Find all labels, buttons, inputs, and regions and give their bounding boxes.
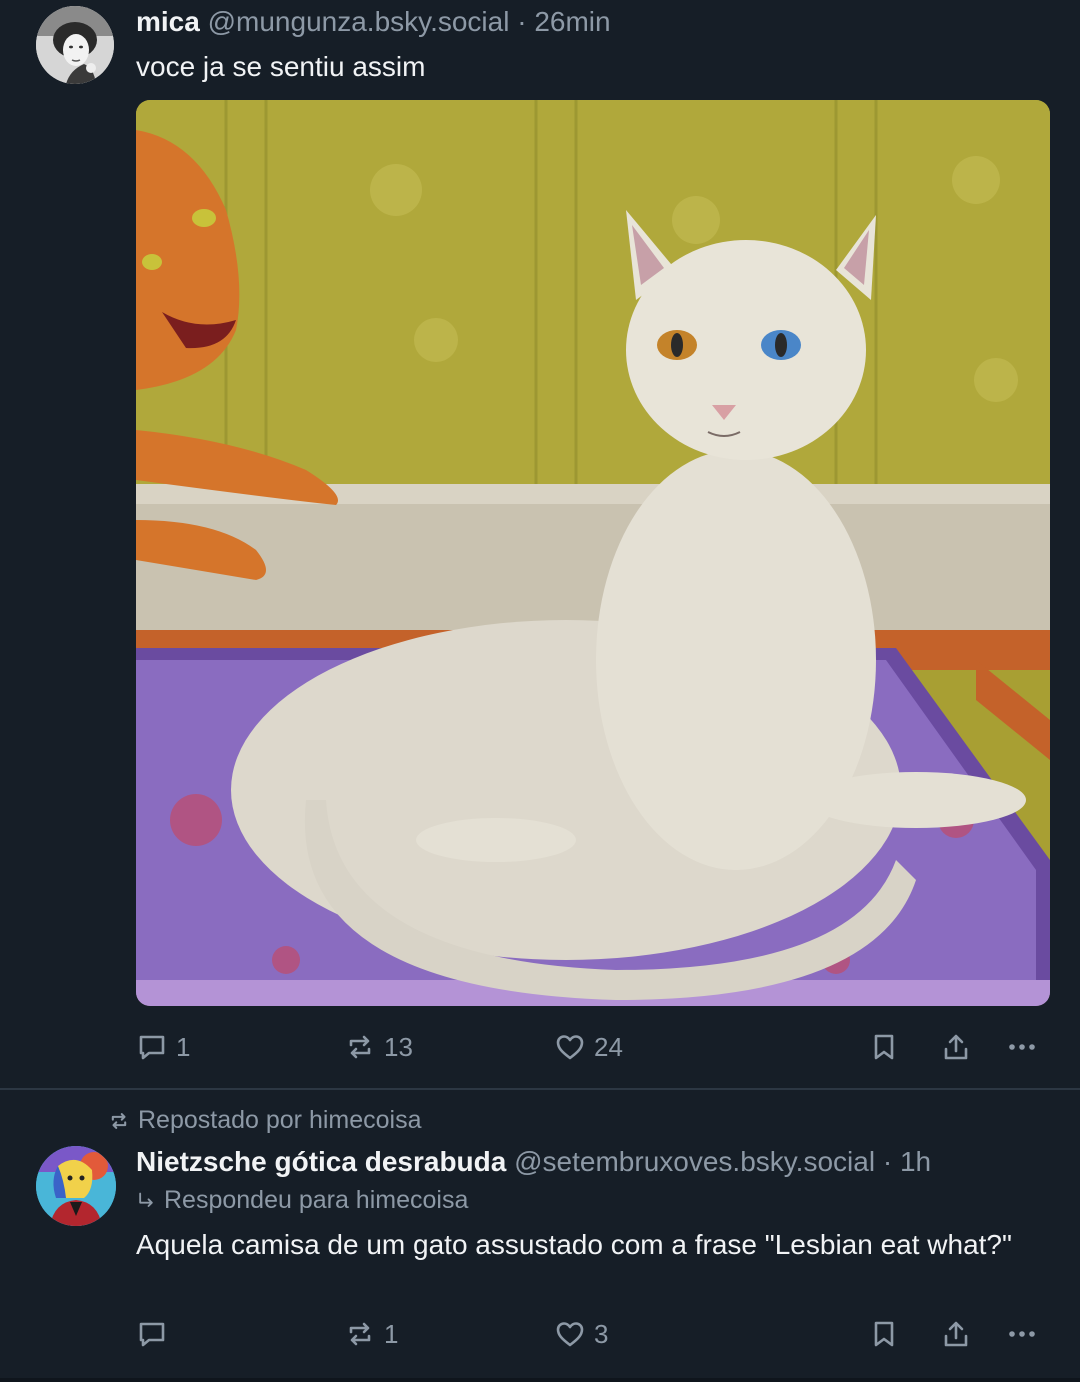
share-button[interactable]: [940, 1027, 972, 1067]
share-icon: [944, 1034, 968, 1060]
heart-icon: [556, 1035, 584, 1060]
painting-white-cat-image: [136, 100, 1050, 1006]
author-name[interactable]: Nietzsche gótica desrabuda: [136, 1146, 506, 1177]
repost-arrows-icon: [349, 1322, 371, 1346]
heart-icon: [556, 1322, 584, 1347]
repost-button[interactable]: 1: [344, 1314, 398, 1354]
speech-bubble-icon: [139, 1322, 165, 1347]
repost-count: 13: [384, 1031, 413, 1062]
like-button[interactable]: 3: [554, 1314, 608, 1354]
like-count: 3: [594, 1318, 609, 1349]
like-count: 24: [594, 1031, 623, 1062]
bookmark-button[interactable]: [868, 1027, 900, 1067]
post[interactable]: mica @mungunza.bsky.social · 26min voce …: [0, 0, 1080, 1088]
feed: mica @mungunza.bsky.social · 26min voce …: [0, 0, 1080, 1382]
separator-dot: ·: [517, 6, 527, 37]
bottom-divider: [0, 1378, 1080, 1382]
avatar-image: [36, 6, 114, 84]
post-text: Aquela camisa de um gato assustado com a…: [136, 1229, 1012, 1260]
avatar-image: [36, 1146, 116, 1226]
avatar[interactable]: [36, 6, 114, 84]
post-time[interactable]: 26min: [534, 6, 610, 37]
post-time[interactable]: 1h: [900, 1146, 931, 1177]
separator-dot: ·: [882, 1146, 893, 1177]
repost-arrows-icon: [111, 1112, 127, 1129]
speech-bubble-icon: [139, 1035, 165, 1060]
repost-button[interactable]: 13: [344, 1027, 413, 1067]
share-icon: [944, 1321, 968, 1347]
author-handle[interactable]: @mungunza.bsky.social: [208, 6, 510, 37]
post[interactable]: Repostado por himecoisa Nietzsche gótica…: [0, 1090, 1080, 1382]
repost-arrows-icon: [349, 1035, 371, 1059]
reply-count: 1: [176, 1031, 191, 1062]
more-dots-icon: [1009, 1331, 1035, 1337]
post-actions: 1 3: [136, 1314, 1050, 1354]
avatar[interactable]: [36, 1146, 116, 1226]
post-image[interactable]: [136, 100, 1050, 1006]
author-name[interactable]: mica: [136, 6, 200, 37]
bookmark-icon: [874, 1034, 894, 1060]
post-header: Nietzsche gótica desrabuda @setembruxove…: [136, 1144, 931, 1180]
reply-arrow-icon: [139, 1192, 153, 1207]
bookmark-icon: [874, 1321, 894, 1347]
repost-count: 1: [384, 1318, 399, 1349]
more-dots-icon: [1009, 1044, 1035, 1050]
share-button[interactable]: [940, 1314, 972, 1354]
post-actions: 1 13 24: [136, 1027, 1050, 1067]
reply-button[interactable]: 1: [136, 1027, 190, 1067]
more-button[interactable]: [1006, 1314, 1038, 1354]
repost-indicator[interactable]: Repostado por himecoisa: [108, 1106, 422, 1135]
reply-button[interactable]: [136, 1314, 176, 1354]
post-header: mica @mungunza.bsky.social · 26min: [136, 4, 611, 40]
reply-label: Respondeu para himecoisa: [164, 1186, 469, 1214]
repost-label: Repostado por himecoisa: [138, 1106, 422, 1134]
more-button[interactable]: [1006, 1027, 1038, 1067]
author-handle[interactable]: @setembruxoves.bsky.social: [514, 1146, 875, 1177]
reply-indicator[interactable]: Respondeu para himecoisa: [136, 1186, 468, 1215]
like-button[interactable]: 24: [554, 1027, 623, 1067]
post-text: voce ja se sentiu assim: [136, 51, 426, 82]
bookmark-button[interactable]: [868, 1314, 900, 1354]
